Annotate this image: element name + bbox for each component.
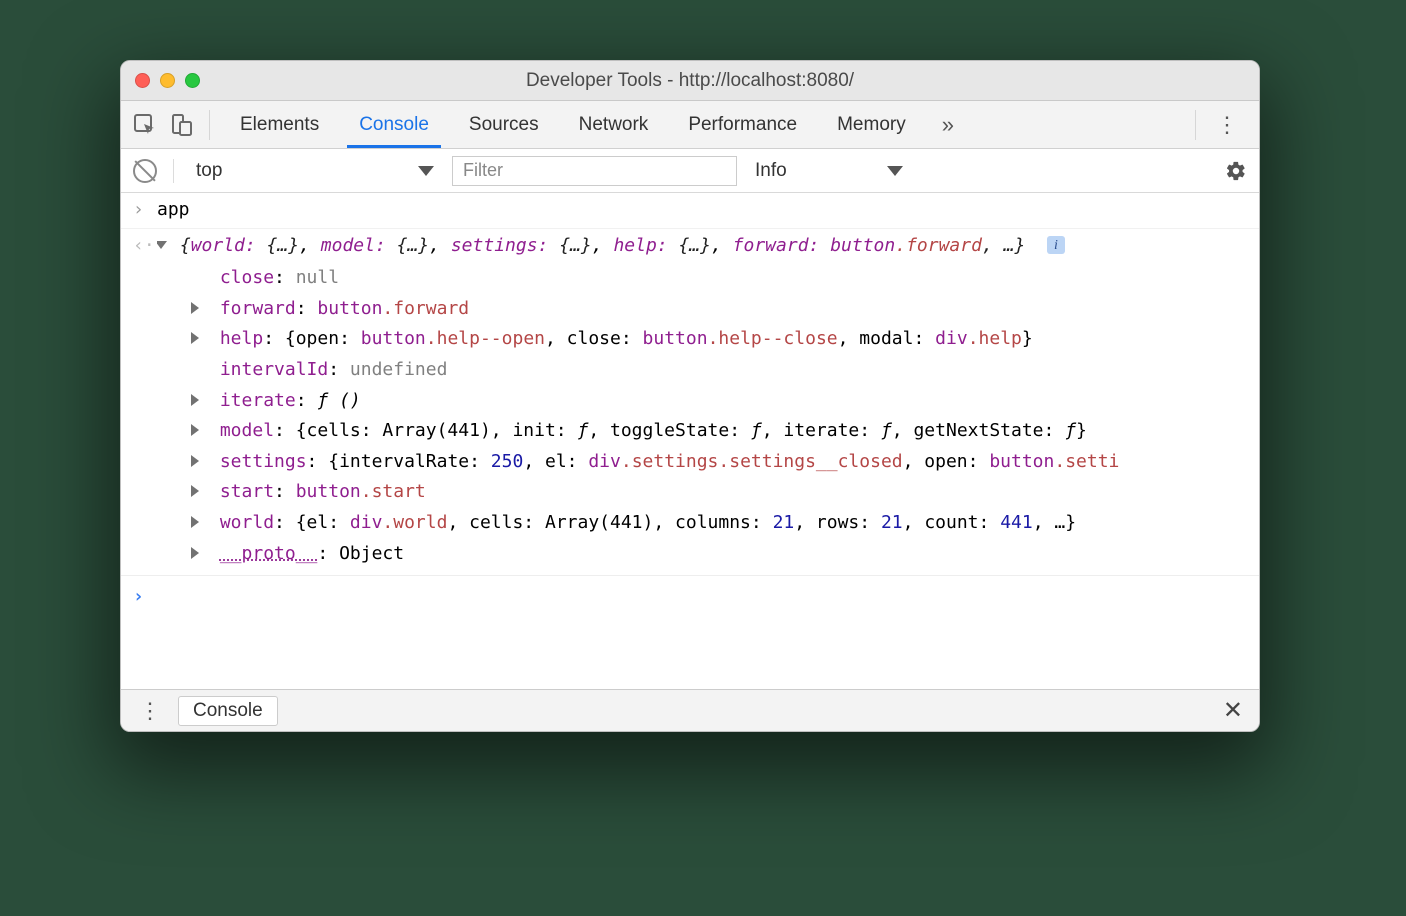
expand-icon[interactable] <box>191 424 199 436</box>
log-level-value: Info <box>755 160 787 182</box>
devtools-menu-button[interactable]: ⋮ <box>1206 112 1249 138</box>
expand-icon[interactable] <box>191 455 199 467</box>
filter-input[interactable] <box>452 156 737 186</box>
tab-console[interactable]: Console <box>339 101 449 148</box>
prop-model[interactable]: model: {cells: Array(441), init: ƒ, togg… <box>191 416 1259 447</box>
console-prompt[interactable]: › <box>121 576 1259 619</box>
chevron-down-icon <box>418 166 434 176</box>
traffic-lights <box>135 73 200 88</box>
devtools-toolbar: Elements Console Sources Network Perform… <box>121 101 1259 149</box>
prop-start[interactable]: start: button.start <box>191 477 1259 508</box>
drawer-tab-console[interactable]: Console <box>178 696 278 726</box>
zoom-window-button[interactable] <box>185 73 200 88</box>
input-prompt-icon: › <box>133 199 144 220</box>
prop-forward[interactable]: forward: button.forward <box>191 294 1259 325</box>
info-badge-icon[interactable]: i <box>1047 236 1065 254</box>
tab-sources[interactable]: Sources <box>449 101 559 148</box>
expand-toggle-icon[interactable] <box>157 241 167 249</box>
console-input[interactable] <box>157 582 1247 613</box>
separator <box>173 159 174 183</box>
console-result-summary[interactable]: ‹· {world: {…}, model: {…}, settings: {…… <box>121 229 1259 264</box>
prop-settings[interactable]: settings: {intervalRate: 250, el: div.se… <box>191 447 1259 478</box>
prompt-caret-icon: › <box>133 582 157 613</box>
execution-context-value: top <box>196 160 222 182</box>
execution-context-selector[interactable]: top <box>190 156 440 186</box>
prop-close[interactable]: close: null <box>191 263 1259 294</box>
expand-icon[interactable] <box>191 516 199 528</box>
devtools-window: Developer Tools - http://localhost:8080/… <box>120 60 1260 732</box>
console-output: › app ‹· {world: {…}, model: {…}, settin… <box>121 193 1259 689</box>
prop-intervalid[interactable]: intervalId: undefined <box>191 355 1259 386</box>
expand-icon[interactable] <box>191 332 199 344</box>
console-filterbar: top Info <box>121 149 1259 193</box>
chevron-down-icon <box>887 166 903 176</box>
prop-help[interactable]: help: {open: button.help--open, close: b… <box>191 324 1259 355</box>
expand-icon[interactable] <box>191 302 199 314</box>
expanded-object: close: null forward: button.forward help… <box>121 263 1259 569</box>
prop-world[interactable]: world: {el: div.world, cells: Array(441)… <box>191 508 1259 539</box>
separator <box>209 110 210 140</box>
expand-icon[interactable] <box>191 394 199 406</box>
statusbar: ⋮ Console ✕ <box>121 689 1259 731</box>
inspect-element-icon[interactable] <box>127 107 163 143</box>
prop-proto[interactable]: __proto__: Object <box>191 539 1259 570</box>
close-window-button[interactable] <box>135 73 150 88</box>
tab-elements[interactable]: Elements <box>220 101 339 148</box>
more-tabs-button[interactable]: » <box>934 112 962 138</box>
log-level-selector[interactable]: Info <box>749 156 909 186</box>
separator <box>1195 110 1196 140</box>
tab-memory[interactable]: Memory <box>817 101 926 148</box>
minimize-window-button[interactable] <box>160 73 175 88</box>
input-text: app <box>157 195 1247 226</box>
titlebar: Developer Tools - http://localhost:8080/ <box>121 61 1259 101</box>
expand-icon[interactable] <box>191 547 199 559</box>
window-title: Developer Tools - http://localhost:8080/ <box>121 70 1259 92</box>
clear-console-icon[interactable] <box>133 159 157 183</box>
console-settings-icon[interactable] <box>1225 160 1247 182</box>
expand-icon[interactable] <box>191 485 199 497</box>
panel-tabs: Elements Console Sources Network Perform… <box>220 101 926 148</box>
console-input-echo: › app <box>121 193 1259 229</box>
device-toolbar-icon[interactable] <box>163 107 199 143</box>
close-drawer-button[interactable]: ✕ <box>1217 696 1249 725</box>
drawer-menu-button[interactable]: ⋮ <box>131 698 170 724</box>
tab-network[interactable]: Network <box>559 101 669 148</box>
prop-iterate[interactable]: iterate: ƒ () <box>191 386 1259 417</box>
tab-performance[interactable]: Performance <box>668 101 817 148</box>
output-prompt-icon: ‹· <box>133 235 155 256</box>
